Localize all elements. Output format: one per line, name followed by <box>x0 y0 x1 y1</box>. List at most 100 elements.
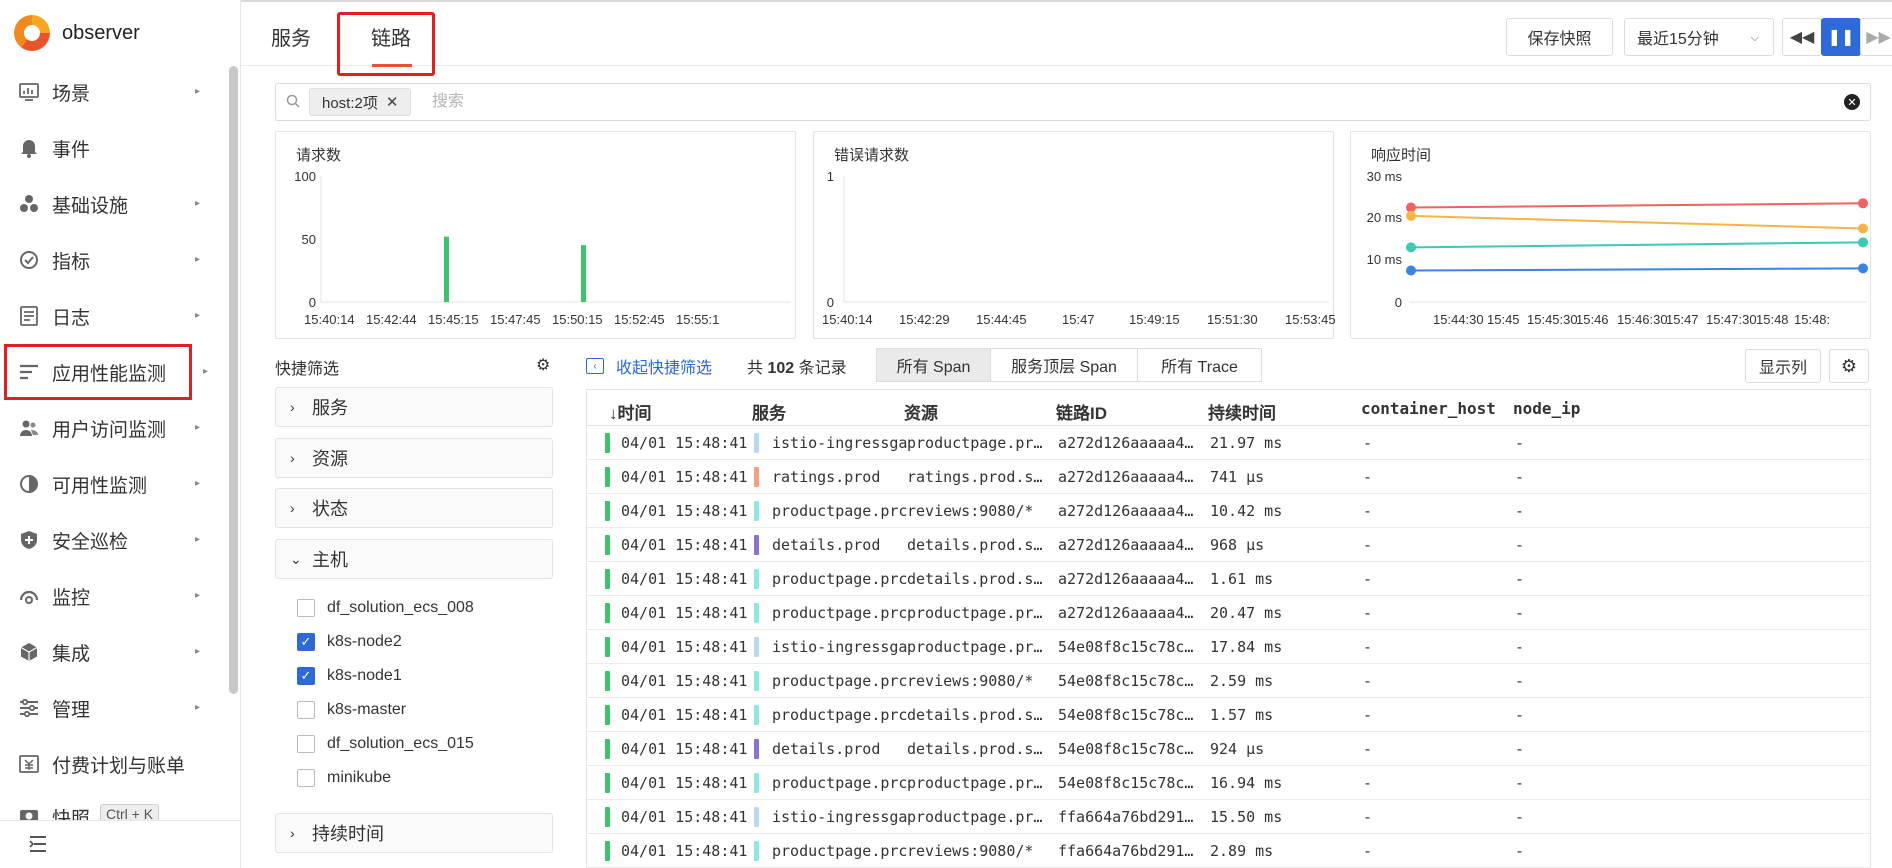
show-columns-button[interactable]: 显示列 <box>1745 349 1821 383</box>
cell-service: istio-ingressga <box>772 638 908 656</box>
column-time[interactable]: ↓时间 <box>609 399 652 424</box>
forward-button[interactable]: ▶▶ <box>1860 18 1892 56</box>
sidebar-item-monitor[interactable]: 监控 ▸ <box>0 568 228 624</box>
clear-search-icon[interactable]: ✕ <box>1844 94 1860 110</box>
dashboard-icon <box>18 81 40 103</box>
sidebar-item-rum[interactable]: 用户访问监测 ▸ <box>0 400 228 456</box>
sidebar-item-label: 日志 <box>52 307 91 329</box>
sidebar-scrollbar[interactable] <box>229 66 238 694</box>
series-point <box>1858 223 1868 234</box>
sidebar-item-infrastructure[interactable]: 基础设施 ▸ <box>0 176 228 232</box>
table-row[interactable]: 04/01 15:48:41 istio-ingressga productpage… <box>587 800 1870 834</box>
filter-chip-host[interactable]: host:2项 ✕ <box>309 88 412 116</box>
table-row[interactable]: 04/01 15:48:41 productpage.prc productpage… <box>587 766 1870 800</box>
tab-service[interactable]: 服务 <box>271 22 311 51</box>
checkbox-icon[interactable] <box>297 599 315 617</box>
sidebar-item-availability[interactable]: 可用性监测 ▸ <box>0 456 228 512</box>
table-row[interactable]: 04/01 15:48:41 productpage.prc reviews:908… <box>587 494 1870 528</box>
host-option[interactable]: ✓ k8s-node2 <box>297 629 402 655</box>
metrics-icon <box>18 249 40 271</box>
filter-group-service[interactable]: › 服务 <box>275 387 553 427</box>
sidebar-item-label: 场景 <box>52 83 91 105</box>
active-tab-indicator <box>372 64 412 67</box>
cell-service: istio-ingressga <box>772 808 908 826</box>
gear-icon[interactable]: ⚙ <box>536 355 550 375</box>
app-logo[interactable]: observer <box>14 15 140 51</box>
filter-group-resource[interactable]: › 资源 <box>275 438 553 478</box>
column-container-host[interactable]: container_host <box>1361 399 1496 418</box>
sidebar-footer <box>0 820 240 868</box>
sidebar-item-integration[interactable]: 集成 ▸ <box>0 624 228 680</box>
search-input[interactable] <box>432 90 1782 114</box>
cell-trace: 54e08f8c15c78c… <box>1058 672 1194 690</box>
cell-time: 04/01 15:48:41 <box>621 536 748 554</box>
cell-duration: 10.42 ms <box>1210 502 1283 520</box>
segment-all-trace[interactable]: 所有 Trace <box>1137 348 1262 382</box>
checkbox-icon[interactable] <box>297 769 315 787</box>
table-row[interactable]: 04/01 15:48:41 productpage.prc reviews:908… <box>587 834 1870 868</box>
cell-time: 04/01 15:48:41 <box>621 672 748 690</box>
host-option[interactable]: k8s-master <box>297 697 406 723</box>
table-row[interactable]: 04/01 15:48:41 details.prod details.prod.s… <box>587 732 1870 766</box>
host-option[interactable]: ✓ k8s-node1 <box>297 663 402 689</box>
tab-trace[interactable]: 链路 <box>371 22 411 51</box>
table-row[interactable]: 04/01 15:48:41 details.prod details.prod.s… <box>587 528 1870 562</box>
cell-trace: 54e08f8c15c78c… <box>1058 740 1194 758</box>
time-range-select[interactable]: 最近15分钟 ⌵ <box>1624 18 1774 56</box>
host-option[interactable]: df_solution_ecs_015 <box>297 731 474 757</box>
table-row[interactable]: 04/01 15:48:41 istio-ingressga productpage… <box>587 630 1870 664</box>
sidebar-item-shield[interactable]: 安全巡检 ▸ <box>0 512 228 568</box>
save-snapshot-button[interactable]: 保存快照 <box>1506 18 1613 56</box>
search-bar[interactable]: host:2项 ✕ ✕ <box>275 83 1871 121</box>
sidebar-item-bell[interactable]: 事件 <box>0 120 228 176</box>
cell-duration: 17.84 ms <box>1210 638 1283 656</box>
checkbox-icon[interactable] <box>297 701 315 719</box>
column-node-ip[interactable]: node_ip <box>1513 399 1580 418</box>
table-row[interactable]: 04/01 15:48:41 ratings.prod ratings.prod.s… <box>587 460 1870 494</box>
segment-top-span[interactable]: 服务顶层 Span <box>990 348 1138 382</box>
column-service[interactable]: 服务 <box>752 399 786 424</box>
cell-ip: - <box>1515 842 1525 860</box>
column-resource[interactable]: 资源 <box>904 399 938 424</box>
table-row[interactable]: 04/01 15:48:41 productpage.prc reviews:908… <box>587 664 1870 698</box>
segment-all-span[interactable]: 所有 Span <box>876 348 991 382</box>
table-header: ↓时间 服务 资源 链路ID 持续时间 container_host node_… <box>587 390 1870 426</box>
x-tick-label: 15:48: <box>1794 312 1830 327</box>
filter-group-duration[interactable]: › 持续时间 <box>275 813 553 853</box>
sidebar-item-settings[interactable]: 管理 ▸ <box>0 680 228 736</box>
collapse-quick-filter-link[interactable]: ‹ 收起快捷筛选 <box>586 354 712 378</box>
status-bar <box>605 773 610 793</box>
filter-group-status[interactable]: › 状态 <box>275 488 553 528</box>
sidebar-item-billing[interactable]: 付费计划与账单 <box>0 736 228 792</box>
table-settings-button[interactable]: ⚙ <box>1829 349 1869 383</box>
pause-button[interactable]: ❚❚ <box>1821 18 1861 56</box>
cell-duration: 21.97 ms <box>1210 434 1283 452</box>
checkbox-checked-icon[interactable]: ✓ <box>297 633 315 651</box>
checkbox-checked-icon[interactable]: ✓ <box>297 667 315 685</box>
rewind-button[interactable]: ◀◀ <box>1782 18 1822 56</box>
column-trace-id[interactable]: 链路ID <box>1056 399 1107 424</box>
table-row[interactable]: 04/01 15:48:41 productpage.prc details.pro… <box>587 698 1870 732</box>
sidebar-item-dashboard[interactable]: 场景 ▸ <box>0 64 228 120</box>
cell-time: 04/01 15:48:41 <box>621 638 748 656</box>
cell-ip: - <box>1515 808 1525 826</box>
close-icon[interactable]: ✕ <box>386 93 399 111</box>
host-option[interactable]: df_solution_ecs_008 <box>297 595 474 621</box>
table-row[interactable]: 04/01 15:48:41 productpage.prc details.pro… <box>587 562 1870 596</box>
table-row[interactable]: 04/01 15:48:41 istio-ingressga productpage… <box>587 426 1870 460</box>
collapse-menu-icon[interactable] <box>28 835 48 858</box>
service-color-bar <box>754 433 759 453</box>
x-tick-label: 15:42:44 <box>366 312 417 327</box>
cell-ip: - <box>1515 536 1525 554</box>
checkbox-icon[interactable] <box>297 735 315 753</box>
host-option[interactable]: minikube <box>297 765 391 791</box>
cell-resource: productpage.pr… <box>907 808 1043 826</box>
sidebar-item-metrics[interactable]: 指标 ▸ <box>0 232 228 288</box>
sidebar-item-log[interactable]: 日志 ▸ <box>0 288 228 344</box>
requests-chart-title: 请求数 <box>296 147 342 164</box>
sidebar-item-snapshot[interactable]: 快照 Ctrl + K <box>0 792 228 822</box>
sidebar-item-apm[interactable]: 应用性能监测 ▸ <box>4 344 208 400</box>
column-duration[interactable]: 持续时间 <box>1208 399 1276 424</box>
filter-group-host[interactable]: ⌄ 主机 <box>275 539 553 579</box>
table-row[interactable]: 04/01 15:48:41 productpage.prc productpage… <box>587 596 1870 630</box>
